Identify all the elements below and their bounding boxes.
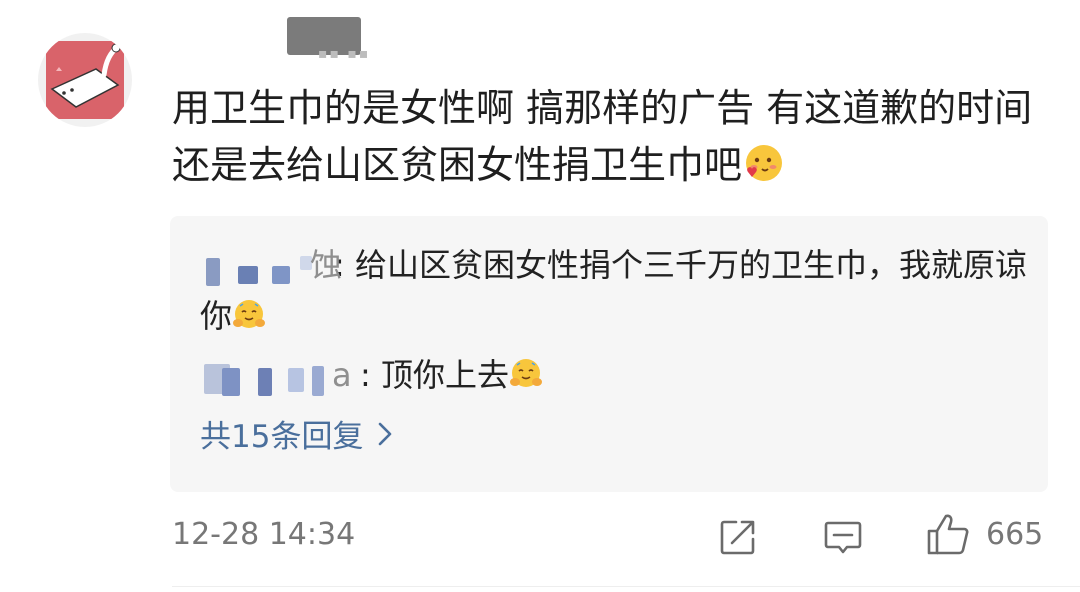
comment-timestamp: 12-28 14:34	[172, 517, 356, 552]
view-more-replies-link[interactable]: 共15条回复	[200, 415, 393, 459]
like-count: 665	[986, 517, 1044, 552]
avatar[interactable]	[38, 33, 132, 127]
comment-icon[interactable]	[823, 517, 863, 557]
face-with-heart-emoji-icon	[746, 145, 783, 181]
reply-item[interactable]: a : 顶你上去	[200, 350, 1030, 401]
cat-illustration-icon	[50, 43, 121, 108]
reply-username-tail: a	[332, 356, 352, 394]
share-icon[interactable]	[718, 517, 758, 557]
comment-text: 用卫生巾的是女性啊 搞那样的广告 有这道歉的时间还是去给山区贫困女性捐卫生巾吧	[172, 86, 1033, 187]
reply-username-tail: 蚀	[310, 246, 343, 284]
more-replies-label: 共15条回复	[200, 419, 364, 455]
reply-username-censored[interactable]: 蚀	[200, 240, 342, 291]
chevron-right-icon	[377, 415, 393, 459]
replies-panel: 蚀 : 给山区贫困女性捐个三千万的卫生巾，我就原谅你 a : 顶你上去 共15条…	[170, 216, 1048, 492]
reply-username-censored[interactable]: a	[200, 350, 360, 401]
hugging-face-emoji-icon	[509, 359, 542, 387]
comment-body: 用卫生巾的是女性啊 搞那样的广告 有这道歉的时间还是去给山区贫困女性捐卫生巾吧	[172, 80, 1042, 194]
hugging-face-emoji-icon	[233, 300, 266, 328]
avatar-image	[46, 41, 124, 119]
divider	[172, 586, 1080, 587]
reply-text: : 顶你上去	[360, 356, 509, 394]
username-blur-trail: ▪▪ ▪▪	[318, 46, 371, 62]
thumbs-up-icon[interactable]	[925, 511, 971, 557]
reply-item[interactable]: 蚀 : 给山区贫困女性捐个三千万的卫生巾，我就原谅你	[200, 240, 1030, 342]
